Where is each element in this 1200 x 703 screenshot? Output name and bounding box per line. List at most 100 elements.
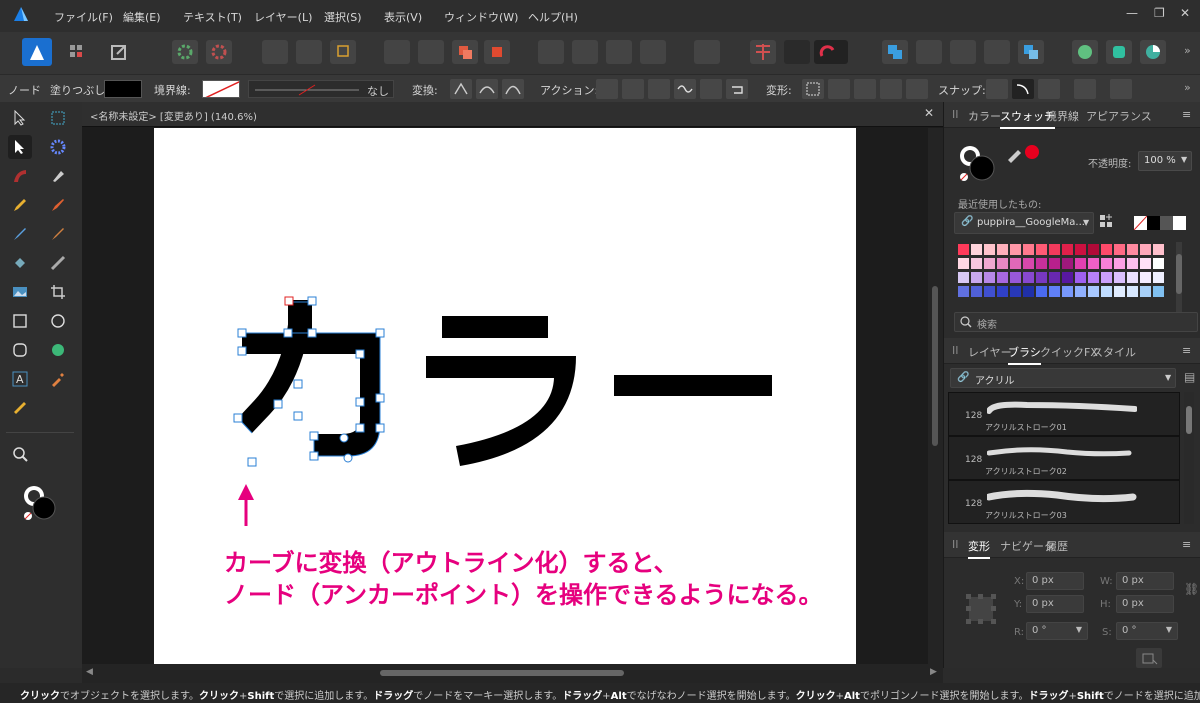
snap-settings-button[interactable] [206,40,232,64]
swatch-cell[interactable] [1049,272,1060,283]
vertical-scroll-thumb[interactable] [932,286,938,446]
swatch-cell[interactable] [984,272,995,283]
swatch-cell[interactable] [997,286,1008,297]
flip-button-3[interactable] [606,40,632,64]
horizontal-scrollbar-track[interactable]: ◀ ▶ [82,664,943,683]
brush-category-dropdown[interactable]: 🔗 アクリル ▼ [950,368,1176,388]
swatch-cell[interactable] [1140,244,1151,255]
swatch-cell[interactable] [971,286,982,297]
close-icon[interactable]: ✕ [1180,6,1190,20]
tab-stroke[interactable]: 境界線 [1046,108,1079,124]
palette-dropdown[interactable]: 🔗 puppira__GoogleMa... ▼ [954,212,1094,234]
swatch-cell[interactable] [1127,244,1138,255]
scroll-right-icon[interactable]: ▶ [930,667,937,677]
rectangle-tool[interactable] [8,309,32,333]
swatch-cell[interactable] [1127,286,1138,297]
swatch-fill-stroke-icon[interactable] [958,144,1002,184]
brush-scroll-thumb[interactable] [1186,406,1192,434]
tab-close-icon[interactable]: ✕ [924,106,934,120]
swatch-cell[interactable] [1101,244,1112,255]
snapping-mode-button[interactable] [784,40,810,64]
swatch-cell[interactable] [1036,286,1047,297]
swatch-cell[interactable] [1010,244,1021,255]
x-field[interactable]: 0 px [1026,572,1084,590]
swatch-cell[interactable] [1010,286,1021,297]
opacity-field[interactable]: 100 % ▼ [1138,151,1192,171]
swatch-cell[interactable] [1075,244,1086,255]
swatch-cell[interactable] [1140,258,1151,269]
katakana-ka-shape[interactable] [238,300,380,456]
swatch-cell[interactable] [1023,244,1034,255]
swatch-cell[interactable] [1088,244,1099,255]
stroke-swatch[interactable] [202,80,240,98]
flip-button-1[interactable] [538,40,564,64]
swatch-cell[interactable] [958,244,969,255]
insert-button-3[interactable] [1140,40,1166,64]
swatch-cell[interactable] [1023,286,1034,297]
paint-brush-tool[interactable] [8,222,32,246]
node-tool[interactable] [8,135,32,159]
pen-tool[interactable] [46,164,70,188]
menu-window[interactable]: ウィンドウ(W) [444,9,518,25]
corner-tool[interactable] [46,135,70,159]
arrange-backward-button[interactable] [418,40,444,64]
swatch-cell[interactable] [1062,272,1073,283]
swatch-cell[interactable] [1036,272,1047,283]
swatch-cell[interactable] [1010,258,1021,269]
shear-field[interactable]: 0 ° ▼ [1116,622,1178,640]
tab-transform[interactable]: 変形 [968,538,990,559]
recent-white[interactable] [1173,216,1186,230]
vector-brush-tool[interactable] [46,193,70,217]
arrange-forward-button[interactable] [452,40,478,64]
artboard[interactable]: カーブに変換（アウトライン化）すると、 ノード（アンカーポイント）を操作できるよ… [154,128,856,664]
swatch-cell[interactable] [1023,258,1034,269]
restore-icon[interactable]: ❐ [1154,6,1165,20]
flip-button-2[interactable] [572,40,598,64]
swatch-cell[interactable] [1153,286,1164,297]
boolean-add-button[interactable] [882,40,908,64]
deform-button-5[interactable] [906,79,928,99]
text-tool[interactable]: A [8,367,32,391]
boolean-subtract-button[interactable] [916,40,942,64]
swatch-cell[interactable] [997,272,1008,283]
insert-button-2[interactable] [1106,40,1132,64]
align-button-2[interactable] [296,40,322,64]
katakana-dash-shape[interactable] [614,375,772,396]
convert-smart-button[interactable] [502,79,524,99]
swatch-cell[interactable] [1114,286,1125,297]
swatch-cell[interactable] [1127,258,1138,269]
align-button-1[interactable] [262,40,288,64]
boolean-xor-button[interactable] [984,40,1010,64]
swatch-cell[interactable] [1010,272,1021,283]
anchor-point-icon[interactable] [964,592,998,626]
snap-button-1[interactable] [986,79,1008,99]
action-close-button[interactable] [622,79,644,99]
snap-button-5[interactable] [1110,79,1132,99]
swatch-cell[interactable] [971,258,982,269]
boolean-divide-button[interactable] [1018,40,1044,64]
tab-color[interactable]: カラー [968,108,1001,124]
measure-tool[interactable] [8,396,32,420]
swatch-cell[interactable] [984,244,995,255]
rotate-button[interactable] [694,40,720,64]
swatch-search-input[interactable]: 検索 [954,312,1198,332]
swatch-cell[interactable] [1140,286,1151,297]
swatch-cell[interactable] [1062,286,1073,297]
menu-view[interactable]: 表示(V) [384,9,422,25]
brush-item[interactable]: 128 アクリルストローク03 [948,480,1180,524]
horizontal-scroll-thumb[interactable] [380,670,624,676]
flip-button-4[interactable] [640,40,666,64]
fill-swatch[interactable] [104,80,142,98]
tab-history[interactable]: 履歴 [1046,538,1068,554]
insert-button-1[interactable] [1072,40,1098,64]
panel-menu-icon[interactable]: ≡ [1182,108,1191,121]
document-tab[interactable]: <名称未設定> [変更あり] (140.6%) ✕ [82,102,943,127]
menu-select[interactable]: 選択(S) [324,9,362,25]
tab-brushes[interactable]: ブラシ [1008,344,1041,365]
pixel-persona-button[interactable] [64,40,90,64]
swatch-cell[interactable] [1101,286,1112,297]
swatch-cell[interactable] [1049,258,1060,269]
swatch-cell[interactable] [1036,258,1047,269]
action-break-button[interactable] [596,79,618,99]
menu-help[interactable]: ヘルプ(H) [528,9,578,25]
